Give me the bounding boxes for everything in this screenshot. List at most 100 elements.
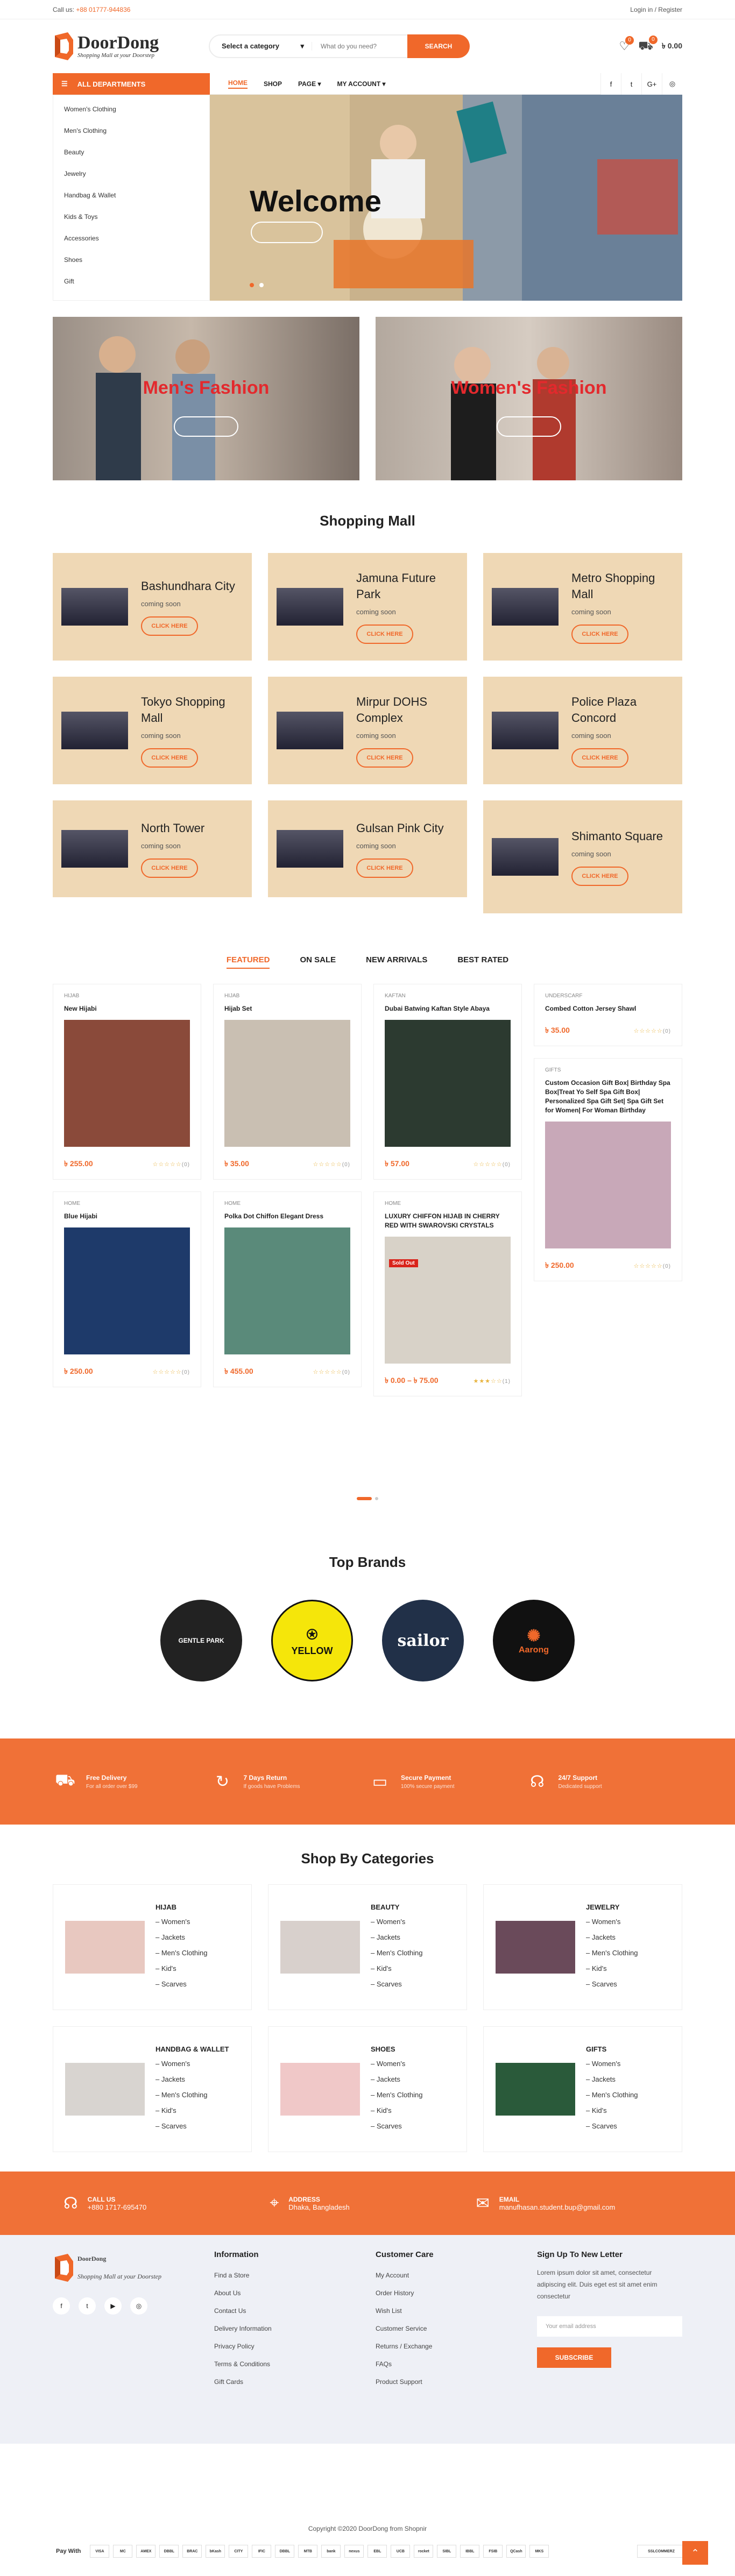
category-link[interactable]: – Scarves [371, 1976, 422, 1992]
banner-button[interactable] [497, 416, 561, 437]
product-card[interactable]: HOME LUXURY CHIFFON HIJAB IN CHERRY RED W… [373, 1191, 522, 1396]
phone-link[interactable]: +88 01777-944836 [76, 6, 130, 13]
logo[interactable]: DoorDong Shopping Mall at your Doorstep [53, 32, 209, 60]
product-card[interactable]: GIFTS Custom Occasion Gift Box| Birthday … [534, 1058, 682, 1281]
category-link[interactable]: – Women's [371, 1914, 422, 1929]
banner-button[interactable] [174, 416, 238, 437]
category-image[interactable] [65, 1921, 145, 1974]
department-item[interactable]: Kids & Toys [53, 206, 209, 228]
category-link[interactable]: – Men's Clothing [586, 1945, 638, 1961]
product-image[interactable] [64, 1227, 190, 1354]
product-name[interactable]: Combed Cotton Jersey Shawl [545, 1004, 671, 1013]
click-here-button[interactable]: CLICK HERE [141, 858, 198, 878]
product-name[interactable]: Dubai Batwing Kaftan Style Abaya [385, 1004, 511, 1013]
menu-shop[interactable]: SHOP [264, 80, 282, 88]
click-here-button[interactable]: CLICK HERE [141, 616, 198, 636]
category-link[interactable]: – Kid's [586, 2103, 638, 2118]
product-category[interactable]: HIJAB [224, 993, 350, 999]
category-title[interactable]: GIFTS [586, 2045, 638, 2054]
department-item[interactable]: Gift [53, 271, 209, 292]
heart-icon[interactable]: ♡ 0 [619, 36, 634, 53]
brand-gentle-park[interactable]: GENTLE PARK [160, 1600, 242, 1681]
footer-link[interactable]: Privacy Policy [214, 2338, 376, 2355]
mens-fashion-banner[interactable]: Men's Fashion [53, 317, 359, 480]
instagram-icon[interactable]: ◎ [662, 73, 682, 95]
product-name[interactable]: LUXURY CHIFFON HIJAB IN CHERRY RED WITH … [385, 1212, 511, 1230]
category-title[interactable]: HANDBAG & WALLET [156, 2045, 229, 2054]
product-name[interactable]: Hijab Set [224, 1004, 350, 1013]
footer-link[interactable]: Product Support [376, 2373, 537, 2391]
category-link[interactable]: – Scarves [586, 2118, 638, 2134]
category-image[interactable] [65, 2063, 145, 2116]
category-link[interactable]: – Jackets [371, 1929, 422, 1945]
category-link[interactable]: – Women's [586, 1914, 638, 1929]
slider-dot[interactable] [259, 283, 264, 287]
click-here-button[interactable]: CLICK HERE [356, 858, 413, 878]
product-card[interactable]: HIJAB Hijab Set ৳ 35.00 ☆☆☆☆☆(0) [213, 984, 362, 1180]
brand-sailor[interactable]: sailor [382, 1600, 464, 1681]
search-input[interactable] [312, 42, 407, 50]
category-link[interactable]: – Women's [586, 2056, 638, 2071]
category-link[interactable]: – Jackets [371, 2071, 422, 2087]
product-image[interactable] [545, 1122, 671, 1248]
footer-link[interactable]: About Us [214, 2284, 376, 2302]
click-here-button[interactable]: CLICK HERE [571, 866, 628, 886]
tab-best-rated[interactable]: BEST RATED [457, 955, 508, 969]
department-item[interactable]: Shoes [53, 249, 209, 271]
footer-link[interactable]: Gift Cards [214, 2373, 376, 2391]
category-select[interactable]: Select a category ▾ [210, 42, 312, 51]
menu-home[interactable]: HOME [228, 79, 248, 89]
menu-page[interactable]: PAGE ▾ [298, 80, 321, 88]
footer-link[interactable]: Contact Us [214, 2302, 376, 2320]
category-link[interactable]: – Kid's [586, 1961, 638, 1976]
search-button[interactable]: SEARCH [407, 34, 470, 58]
footer-logo[interactable]: DoorDong Shopping Mall at your Doorstep [53, 2250, 209, 2286]
facebook-icon[interactable]: f [600, 73, 621, 95]
category-link[interactable]: – Scarves [371, 2118, 422, 2134]
google-plus-icon[interactable]: G+ [641, 73, 662, 95]
product-name[interactable]: Blue Hijabi [64, 1212, 190, 1221]
youtube-icon[interactable]: ▶ [104, 2297, 122, 2315]
instagram-icon[interactable]: ◎ [130, 2297, 147, 2315]
click-here-button[interactable]: CLICK HERE [356, 748, 413, 768]
category-link[interactable]: – Men's Clothing [371, 1945, 422, 1961]
facebook-icon[interactable]: f [53, 2297, 70, 2315]
department-item[interactable]: Beauty [53, 141, 209, 163]
category-link[interactable]: – Jackets [156, 2071, 229, 2087]
product-category[interactable]: HIJAB [64, 993, 190, 999]
login-register-link[interactable]: Login in / Register [630, 6, 682, 13]
category-link[interactable]: – Men's Clothing [371, 2087, 422, 2103]
tab-new-arrivals[interactable]: NEW ARRIVALS [366, 955, 427, 969]
product-image[interactable] [385, 1020, 511, 1147]
footer-link[interactable]: Find a Store [214, 2267, 376, 2284]
category-title[interactable]: SHOES [371, 2045, 422, 2054]
tab-featured[interactable]: FEATURED [226, 955, 270, 969]
product-category[interactable]: GIFTS [545, 1067, 671, 1073]
product-name[interactable]: New Hijabi [64, 1004, 190, 1013]
brand-yellow[interactable]: ⍟ YELLOW [271, 1600, 353, 1681]
category-link[interactable]: – Scarves [156, 2118, 229, 2134]
product-card[interactable]: HIJAB New Hijabi ৳ 255.00 ☆☆☆☆☆(0) [53, 984, 201, 1180]
footer-link[interactable]: FAQs [376, 2355, 537, 2373]
cart-icon[interactable]: ⛟ 0 [638, 35, 658, 54]
product-category[interactable]: UNDERSCARF [545, 993, 671, 999]
category-link[interactable]: – Jackets [586, 1929, 638, 1945]
category-image[interactable] [280, 1921, 360, 1974]
footer-link[interactable]: Customer Service [376, 2320, 537, 2338]
category-title[interactable]: HIJAB [156, 1903, 207, 1912]
department-item[interactable]: Men's Clothing [53, 120, 209, 141]
footer-link[interactable]: Returns / Exchange [376, 2338, 537, 2355]
product-name[interactable]: Polka Dot Chiffon Elegant Dress [224, 1212, 350, 1221]
product-image[interactable] [224, 1227, 350, 1354]
category-link[interactable]: – Women's [371, 2056, 422, 2071]
hero-button[interactable] [251, 222, 323, 243]
category-link[interactable]: – Men's Clothing [586, 2087, 638, 2103]
page-dot[interactable] [357, 1497, 372, 1500]
click-here-button[interactable]: CLICK HERE [571, 624, 628, 644]
department-item[interactable]: Accessories [53, 228, 209, 249]
category-title[interactable]: JEWELRY [586, 1903, 638, 1912]
product-name[interactable]: Custom Occasion Gift Box| Birthday Spa B… [545, 1078, 671, 1115]
department-item[interactable]: Jewelry [53, 163, 209, 184]
category-link[interactable]: – Women's [156, 2056, 229, 2071]
click-here-button[interactable]: CLICK HERE [141, 748, 198, 768]
